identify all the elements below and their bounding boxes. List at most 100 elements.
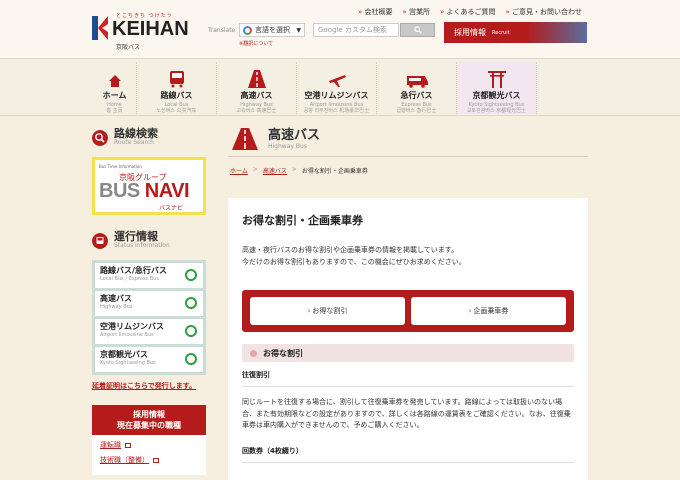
highway-icon <box>247 70 266 88</box>
status-ok-icon <box>185 325 197 337</box>
external-link-icon <box>153 457 159 463</box>
content-title: お得な割引・企画乗車券 <box>242 214 363 227</box>
nav-item-label: 急行バス <box>400 91 433 100</box>
keihan-logo[interactable]: とこちきち つけたう KEIHAN 京阪バス <box>92 10 202 51</box>
translate-label: Translate <box>208 27 236 34</box>
search-button[interactable] <box>400 23 435 37</box>
recruit-link-technical[interactable]: 技術職（整備） <box>100 455 206 465</box>
nav-item-local-bus[interactable]: 路線バス Local Bus 노선버스 公共汽车 <box>137 62 217 114</box>
site-header: とこちきち つけたう KEIHAN 京阪バス 会社概要 営業所 よくあるご質問 … <box>0 0 680 58</box>
nav-item-label: 路線バス <box>160 91 193 100</box>
sidebar: 路線検索 Route Search Bus Time Information 京… <box>92 128 210 475</box>
status-row-airport[interactable]: 空港リムジンバス Airport limousine Bus <box>95 319 203 344</box>
content-panel: お得な割引・企画乗車券 高速・夜行バスのお得な割引や企画乗車券の情報を掲載してい… <box>228 198 588 480</box>
recruit-link-label: 運転職 <box>100 441 121 449</box>
nav-item-home[interactable]: ホーム Home 홈 主页 <box>93 62 137 114</box>
logo-subtitle: 京阪バス <box>116 44 141 51</box>
busnavi-small-text: Bus Time Information <box>99 164 142 169</box>
logo-wordmark: KEIHAN <box>112 18 189 40</box>
status-heading: 運行情報 Status Information <box>92 231 210 250</box>
language-select[interactable]: 言語を選択 ▼ <box>239 23 305 37</box>
status-ok-icon <box>185 269 197 281</box>
page-title: 高速バス <box>268 127 321 143</box>
recruit-head: 採用情報 現在募集中の職種 <box>92 405 206 435</box>
top-links: 会社概要 営業所 よくあるご質問 ご意見・お問い合わせ <box>358 7 582 17</box>
breadcrumb: ホーム > 高速バス > お得な割引・企画乗車券 <box>228 166 588 175</box>
status-row-sub: Highway Bus <box>100 304 133 310</box>
top-link-company[interactable]: 会社概要 <box>358 7 392 17</box>
busnavi-bus: BUS <box>99 180 140 202</box>
main-content: 高速バス Highway Bus ホーム > 高速バス > お得な割引・企画乗車… <box>228 128 588 480</box>
nav-item-airport-bus[interactable]: 空港リムジンバス Airport limousine Bus 공항 리무진버스 机… <box>297 62 377 114</box>
breadcrumb-separator: > <box>252 166 258 173</box>
status-ok-icon <box>185 297 197 309</box>
busnavi-navi: NAVI <box>144 180 190 202</box>
status-sub: Status Information <box>114 242 170 249</box>
special-ticket-anchor-button[interactable]: 企画乗車券 <box>411 297 566 325</box>
top-link-faq[interactable]: よくあるご質問 <box>440 7 495 17</box>
nav-item-label: 京都観光バス <box>472 91 521 100</box>
torii-icon <box>487 71 506 88</box>
subsection-title: 往復割引 <box>242 370 574 387</box>
recruit-banner[interactable]: 採用情報 Recruit <box>444 22 587 43</box>
bus-icon <box>92 232 108 249</box>
busnavi-banner[interactable]: Bus Time Information 京阪グループ BUS NAVI バスナ… <box>92 157 206 215</box>
route-search-heading: 路線検索 Route Search <box>92 128 210 147</box>
subsection-title: 回数券（4枚綴り） <box>242 446 574 463</box>
external-link-icon <box>125 442 131 448</box>
page-heading: 高速バス Highway Bus <box>228 128 588 157</box>
status-row-highway[interactable]: 高速バス Highway Bus <box>95 291 203 316</box>
global-nav: ホーム Home 홈 主页 路線バス Local Bus 노선버스 公共汽车 高速バ… <box>0 58 680 116</box>
recruit-banner-en: Recruit <box>492 29 510 36</box>
status-row-sub: Airport limousine Bus <box>100 332 154 338</box>
section-title: お得な割引 <box>263 348 303 358</box>
status-row-sub: Kyoto Sightseeing Bus <box>100 360 156 366</box>
status-ok-icon <box>185 353 197 365</box>
search-icon <box>413 26 422 34</box>
nav-item-sub: Kyoto Sightseeing Bus 교토관광버스 京都观光巴士 <box>466 102 527 114</box>
translate-note-link[interactable]: ※翻訳について <box>239 40 273 47</box>
nav-item-sub: Local Bus 노선버스 公共汽车 <box>156 102 197 114</box>
intro-line: 高速・夜行バスのお得な割引や企画乗車券の情報を掲載しています。 <box>242 246 459 254</box>
busnavi-kana: バスナビ <box>159 205 184 212</box>
home-icon <box>108 75 121 87</box>
breadcrumb-home[interactable]: ホーム <box>230 166 248 175</box>
nav-item-sub: Express Bus 급행버스 急行巴士 <box>396 102 437 114</box>
status-row-local[interactable]: 路線バス/急行バス Local Bus / Express Bus <box>95 263 203 288</box>
recruit-link-driver[interactable]: 運転職 <box>100 440 206 450</box>
intro-text: 高速・夜行バスのお得な割引や企画乗車券の情報を掲載しています。 今だけのお得な割… <box>242 244 574 268</box>
highway-icon <box>232 128 258 150</box>
recruit-banner-label: 採用情報 <box>454 28 486 37</box>
nav-item-highway-bus[interactable]: 高速バス Highway Bus 고속버스 高速巴士 <box>217 62 297 114</box>
nav-item-label: 空港リムジンバス <box>304 91 369 100</box>
bullet-dot-icon <box>250 349 257 357</box>
intro-line: 今だけのお得な割引もありますので、この機会にぜひお求めください。 <box>242 258 466 266</box>
nav-item-label: 高速バス <box>240 91 273 100</box>
recruit-head-sub: 現在募集中の職種 <box>117 421 181 430</box>
recruit-link-label: 技術職（整備） <box>100 456 149 464</box>
status-row-name: 京都観光バス <box>100 350 148 359</box>
status-list: 路線バス/急行バス Local Bus / Express Bus 高速バス H… <box>92 260 206 375</box>
delay-certificate-link[interactable]: 延着証明はこちらで発行します。 <box>92 381 210 391</box>
status-row-name: 高速バス <box>100 294 132 303</box>
nav-item-label: ホーム <box>102 91 127 100</box>
anchor-button-box: お得な割引 企画乗車券 <box>242 290 574 332</box>
nav-item-kyoto-sightseeing[interactable]: 京都観光バス Kyoto Sightseeing Bus 교토관광버스 京都观光巴… <box>457 62 537 114</box>
recruit-box: 採用情報 現在募集中の職種 運転職 技術職（整備） <box>92 405 206 475</box>
discount-anchor-button[interactable]: お得な割引 <box>250 297 405 325</box>
language-select-value: 言語を選択 <box>255 26 290 34</box>
chevron-down-icon: ▼ <box>296 26 301 34</box>
search-icon <box>92 129 108 146</box>
airplane-icon <box>328 75 346 87</box>
status-row-name: 空港リムジンバス <box>100 322 164 331</box>
top-link-contact[interactable]: ご意見・お問い合わせ <box>505 7 582 17</box>
breadcrumb-highway[interactable]: 高速バス <box>263 166 287 175</box>
breadcrumb-current: お得な割引・企画乗車券 <box>301 168 368 175</box>
nav-item-express-bus[interactable]: 急行バス Express Bus 급행버스 急行巴士 <box>377 62 457 114</box>
status-row-kyoto[interactable]: 京都観光バス Kyoto Sightseeing Bus <box>95 347 203 372</box>
search-input[interactable]: Google カスタム検索 <box>313 23 399 37</box>
google-icon <box>243 25 252 35</box>
discount-anchor-label: お得な割引 <box>312 307 348 315</box>
subsection-body: 同じルートを往復する場合に、割引して往復乗車券を発売しています。路線によっては取… <box>242 398 571 429</box>
top-link-offices[interactable]: 営業所 <box>402 7 430 17</box>
